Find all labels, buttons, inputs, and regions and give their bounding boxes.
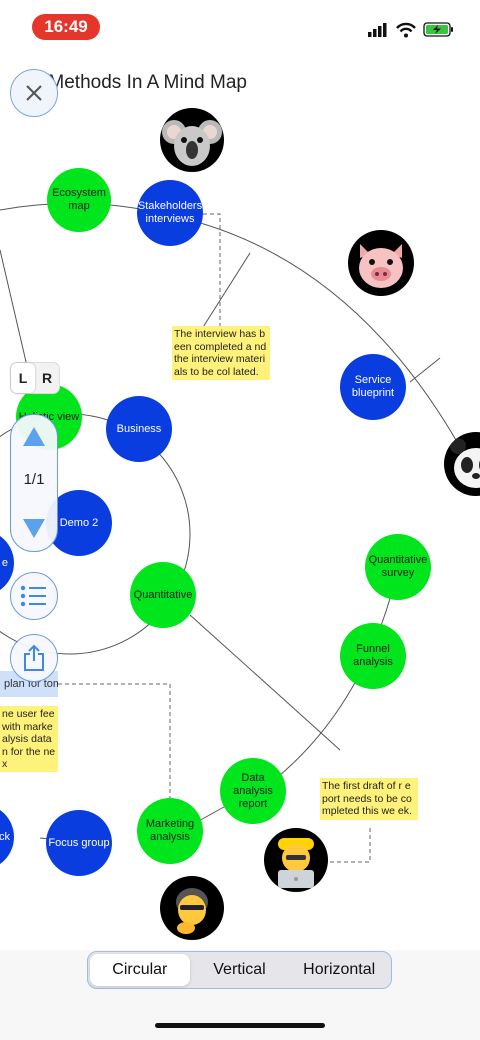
avatar-thinking-user [160, 876, 224, 940]
share-button[interactable] [10, 634, 58, 682]
layout-mode-circular[interactable]: Circular [90, 954, 190, 986]
layout-mode-horizontal[interactable]: Horizontal [289, 954, 389, 986]
close-button[interactable] [10, 69, 58, 117]
koala-icon [162, 120, 222, 166]
note-user-feedback[interactable]: ne user fee with marke alysis data n for… [0, 706, 58, 772]
list-icon [20, 585, 46, 607]
note-report[interactable]: The first draft of r eport needs to be c… [320, 778, 418, 820]
node-ecosystem-map[interactable]: Ecosystem map [47, 168, 111, 232]
wifi-icon [396, 22, 416, 38]
close-icon [26, 85, 42, 101]
node-service-blueprint[interactable]: Service blueprint [340, 354, 406, 420]
node-marketing-analysis[interactable]: Marketing analysis [137, 798, 203, 864]
page-navigator: 1/1 [10, 414, 58, 552]
share-icon [24, 644, 44, 671]
cellular-signal-icon [368, 23, 387, 37]
status-time: 16:49 [32, 14, 100, 40]
outline-list-button[interactable] [10, 572, 58, 620]
lr-toggle[interactable]: L R [10, 362, 60, 394]
avatar-laptop-user [264, 828, 328, 892]
layout-mode-vertical[interactable]: Vertical [190, 954, 290, 986]
mind-map-canvas[interactable]: gn Methods In A Mind Map Ecosystem map S… [0, 60, 480, 950]
node-focus-group[interactable]: Focus group [46, 810, 112, 876]
lr-right-button[interactable]: R [35, 363, 59, 393]
node-business[interactable]: Business [106, 396, 172, 462]
node-funnel-analysis[interactable]: Funnel analysis [340, 623, 406, 689]
note-interview[interactable]: The interview has been completed a nd th… [172, 326, 270, 380]
status-bar: 16:49 [0, 0, 480, 60]
avatar-koala [160, 108, 224, 172]
thinking-user-icon [176, 888, 208, 934]
laptop-user-icon [278, 838, 314, 888]
pig-icon [359, 244, 403, 288]
battery-icon [423, 22, 453, 37]
status-icons [368, 22, 453, 38]
avatar-pig [348, 230, 414, 296]
layout-mode-segmented-control: Circular Vertical Horizontal [87, 951, 392, 989]
lr-left-button[interactable]: L [11, 363, 35, 393]
node-quantitative-survey[interactable]: Quantitative survey [365, 534, 431, 600]
home-indicator[interactable] [155, 1023, 325, 1028]
node-stakeholders-interviews[interactable]: Stakeholders interviews [137, 180, 203, 246]
node-data-analysis-report[interactable]: Data analysis report [220, 758, 286, 824]
page-down-icon[interactable] [23, 519, 45, 538]
node-quantitative[interactable]: Quantitative [130, 562, 196, 628]
page-up-icon[interactable] [23, 427, 45, 446]
page-indicator: 1/1 [23, 471, 45, 488]
